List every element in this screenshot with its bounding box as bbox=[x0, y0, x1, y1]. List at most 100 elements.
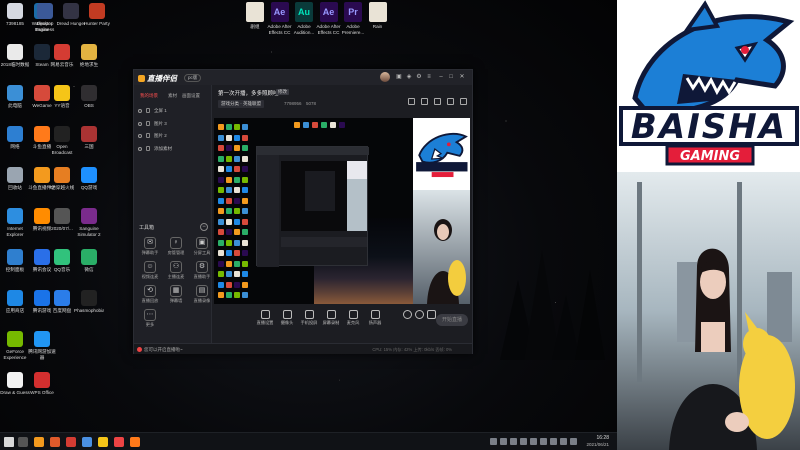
menu-icon[interactable]: ≡ bbox=[426, 74, 432, 80]
desktop-icon[interactable]: Internet Explorer bbox=[0, 208, 30, 237]
desktop-icon[interactable]: 腾讯网游加速器 bbox=[27, 331, 57, 360]
search-icon[interactable] bbox=[18, 437, 28, 447]
taskbar-app-icon[interactable] bbox=[34, 437, 44, 447]
maximize-icon[interactable]: □ bbox=[448, 74, 454, 80]
notification-icon[interactable] bbox=[447, 98, 454, 105]
action-button[interactable]: 扬声器 bbox=[364, 310, 386, 326]
desktop-icon[interactable]: 三国 bbox=[74, 126, 104, 150]
desktop-icon[interactable]: OBS bbox=[74, 85, 104, 109]
desktop-icon[interactable]: 2020/07/... bbox=[47, 208, 77, 232]
action-button[interactable]: 手机投屏 bbox=[298, 310, 320, 326]
scene-tab[interactable]: 素材 bbox=[168, 93, 177, 99]
minimize-icon[interactable]: – bbox=[438, 74, 444, 80]
volume-icon[interactable] bbox=[560, 438, 567, 445]
desktop-icon[interactable]: Ae Adobe After Effects CC 2... bbox=[316, 2, 342, 35]
stream-app-window[interactable]: 直播伴侣 pc版 ▣ ◈ ⚙ ≡ – □ ✕ 我的场景 素材 画面设置 全屏 1 图片… bbox=[133, 69, 473, 354]
lock-icon[interactable] bbox=[146, 120, 150, 126]
desktop-icon[interactable]: QQ游戏 bbox=[74, 167, 104, 191]
desktop-icon[interactable]: 2018临时数据 bbox=[0, 44, 30, 68]
tray-icon[interactable] bbox=[510, 438, 517, 445]
desktop-icon[interactable]: Sanguine Simulator 2 bbox=[74, 208, 104, 237]
toolbox-item[interactable]: ⚇ 主播连麦 bbox=[164, 261, 188, 280]
windows-start-icon[interactable] bbox=[4, 437, 14, 447]
scene-tab[interactable]: 我的场景 bbox=[140, 93, 158, 99]
eye-icon[interactable] bbox=[138, 109, 142, 113]
eye-icon[interactable] bbox=[138, 121, 142, 126]
toolbox-item[interactable]: ⚙ 直播助手 bbox=[190, 261, 214, 280]
taskbar-app-icon[interactable] bbox=[82, 437, 92, 447]
eye-icon[interactable] bbox=[138, 134, 142, 138]
clock-date[interactable]: 2021/06/21 bbox=[586, 442, 609, 447]
desktop-icon[interactable]: WPS Office bbox=[27, 372, 57, 396]
scene-tab[interactable]: 画面设置 bbox=[182, 93, 200, 99]
desktop-icon[interactable]: 此电脑 bbox=[0, 85, 30, 109]
skin-icon[interactable]: ◈ bbox=[406, 74, 412, 80]
desktop-icon[interactable]: CF穿越火线 bbox=[47, 167, 77, 191]
desktop-icon[interactable]: Pr Adobe Premiere... bbox=[340, 2, 366, 35]
scene-item[interactable]: 图片 3 bbox=[138, 120, 208, 129]
start-live-button[interactable]: 开始直播 bbox=[436, 314, 468, 326]
desktop-icon[interactable]: Ae Adobe After Effects CC ... bbox=[267, 2, 293, 35]
tray-icon[interactable] bbox=[490, 438, 497, 445]
lock-icon[interactable] bbox=[421, 98, 428, 105]
tray-icon[interactable] bbox=[520, 438, 527, 445]
toolbox-collapse-icon[interactable]: − bbox=[200, 223, 208, 231]
desktop-icon[interactable]: 微信 bbox=[74, 249, 104, 273]
desktop-icon[interactable]: Rain bbox=[365, 2, 391, 30]
toolbox-item[interactable]: ▦ 弹幕墙 bbox=[164, 285, 188, 304]
desktop-icon[interactable]: 绝地求生 bbox=[74, 44, 104, 68]
desktop-icon[interactable]: Phasmophobia bbox=[74, 290, 104, 314]
category-selector[interactable]: 游戏分类 · 英雄联盟 bbox=[218, 100, 264, 108]
tray-icon[interactable] bbox=[540, 438, 547, 445]
scene-item[interactable]: 添加素材 bbox=[138, 145, 208, 154]
action-button[interactable]: 麦克风 bbox=[342, 310, 364, 326]
desktop-icon[interactable]: YY语音 bbox=[47, 85, 77, 109]
desktop-icon[interactable]: 网易云音乐 bbox=[47, 44, 77, 68]
toolbox-item[interactable]: ✉ 弹幕助手 bbox=[138, 237, 162, 256]
desktop-icon[interactable]: Open Broadcast bbox=[47, 126, 77, 155]
share-icon[interactable] bbox=[408, 98, 415, 105]
stream-preview[interactable] bbox=[214, 118, 470, 304]
action-button[interactable]: 直播设置 bbox=[254, 310, 276, 326]
gift-icon[interactable]: ▣ bbox=[396, 74, 402, 80]
lock-icon[interactable] bbox=[146, 145, 150, 151]
network-icon[interactable] bbox=[570, 438, 577, 445]
toolbox-item[interactable]: ⋯ 更多 bbox=[138, 309, 162, 328]
toolbox-item[interactable]: ♀ 房管管理 bbox=[164, 237, 188, 256]
tray-icon[interactable] bbox=[550, 438, 557, 445]
taskbar-app-icon[interactable] bbox=[98, 437, 108, 447]
lock-icon[interactable] bbox=[146, 133, 150, 138]
desktop-icon[interactable]: 百度网盘 bbox=[47, 290, 77, 314]
close-icon[interactable]: ✕ bbox=[459, 74, 465, 80]
taskbar-app-icon[interactable] bbox=[130, 437, 140, 447]
tray-icon[interactable] bbox=[530, 438, 537, 445]
eye-icon[interactable] bbox=[138, 146, 142, 151]
user-avatar[interactable] bbox=[380, 72, 390, 82]
desktop-icon[interactable]: 控制面板 bbox=[0, 249, 30, 273]
desktop-icon[interactable]: GeForce Experience bbox=[0, 331, 30, 360]
toolbox-item[interactable]: ▤ 直播录像 bbox=[190, 285, 214, 304]
more-icon[interactable] bbox=[460, 98, 467, 105]
taskbar-app-icon[interactable] bbox=[50, 437, 60, 447]
toolbox-item[interactable]: ⟲ 直播回放 bbox=[138, 285, 162, 304]
lock-icon[interactable] bbox=[146, 108, 150, 113]
edit-title-button[interactable]: 修改 bbox=[276, 89, 289, 95]
desktop-icon[interactable]: Au Adobe Audition... bbox=[291, 2, 317, 35]
desktop-icon[interactable]: QQ音乐 bbox=[47, 249, 77, 273]
clock-time[interactable]: 16:28 bbox=[596, 435, 609, 441]
action-button[interactable]: 屏幕录制 bbox=[320, 310, 342, 326]
toolbox-item[interactable]: ☺ 视频连麦 bbox=[138, 261, 162, 280]
taskbar-app-icon[interactable] bbox=[114, 437, 124, 447]
app-titlebar[interactable]: 直播伴侣 pc版 ▣ ◈ ⚙ ≡ – □ ✕ bbox=[134, 70, 472, 85]
scene-item[interactable]: 图片 2 bbox=[138, 132, 208, 141]
action-button[interactable]: 摄像头 bbox=[276, 310, 298, 326]
desktop-icon[interactable]: 应用商店 bbox=[0, 290, 30, 314]
desktop-icon[interactable]: Draw & Guess bbox=[0, 372, 30, 396]
app-version-badge[interactable]: pc版 bbox=[184, 74, 202, 82]
live-room-title[interactable]: 第一次开播，多多照顾哇~ bbox=[218, 89, 282, 97]
desktop-icon[interactable]: 回收站 bbox=[0, 167, 30, 191]
toolbox-item[interactable]: ▣ 分屏工具 bbox=[190, 237, 214, 256]
desktop-icon[interactable]: 7398185 bbox=[0, 3, 30, 27]
record-icon[interactable] bbox=[434, 98, 441, 105]
desktop-icon[interactable]: 网络 bbox=[0, 126, 30, 150]
